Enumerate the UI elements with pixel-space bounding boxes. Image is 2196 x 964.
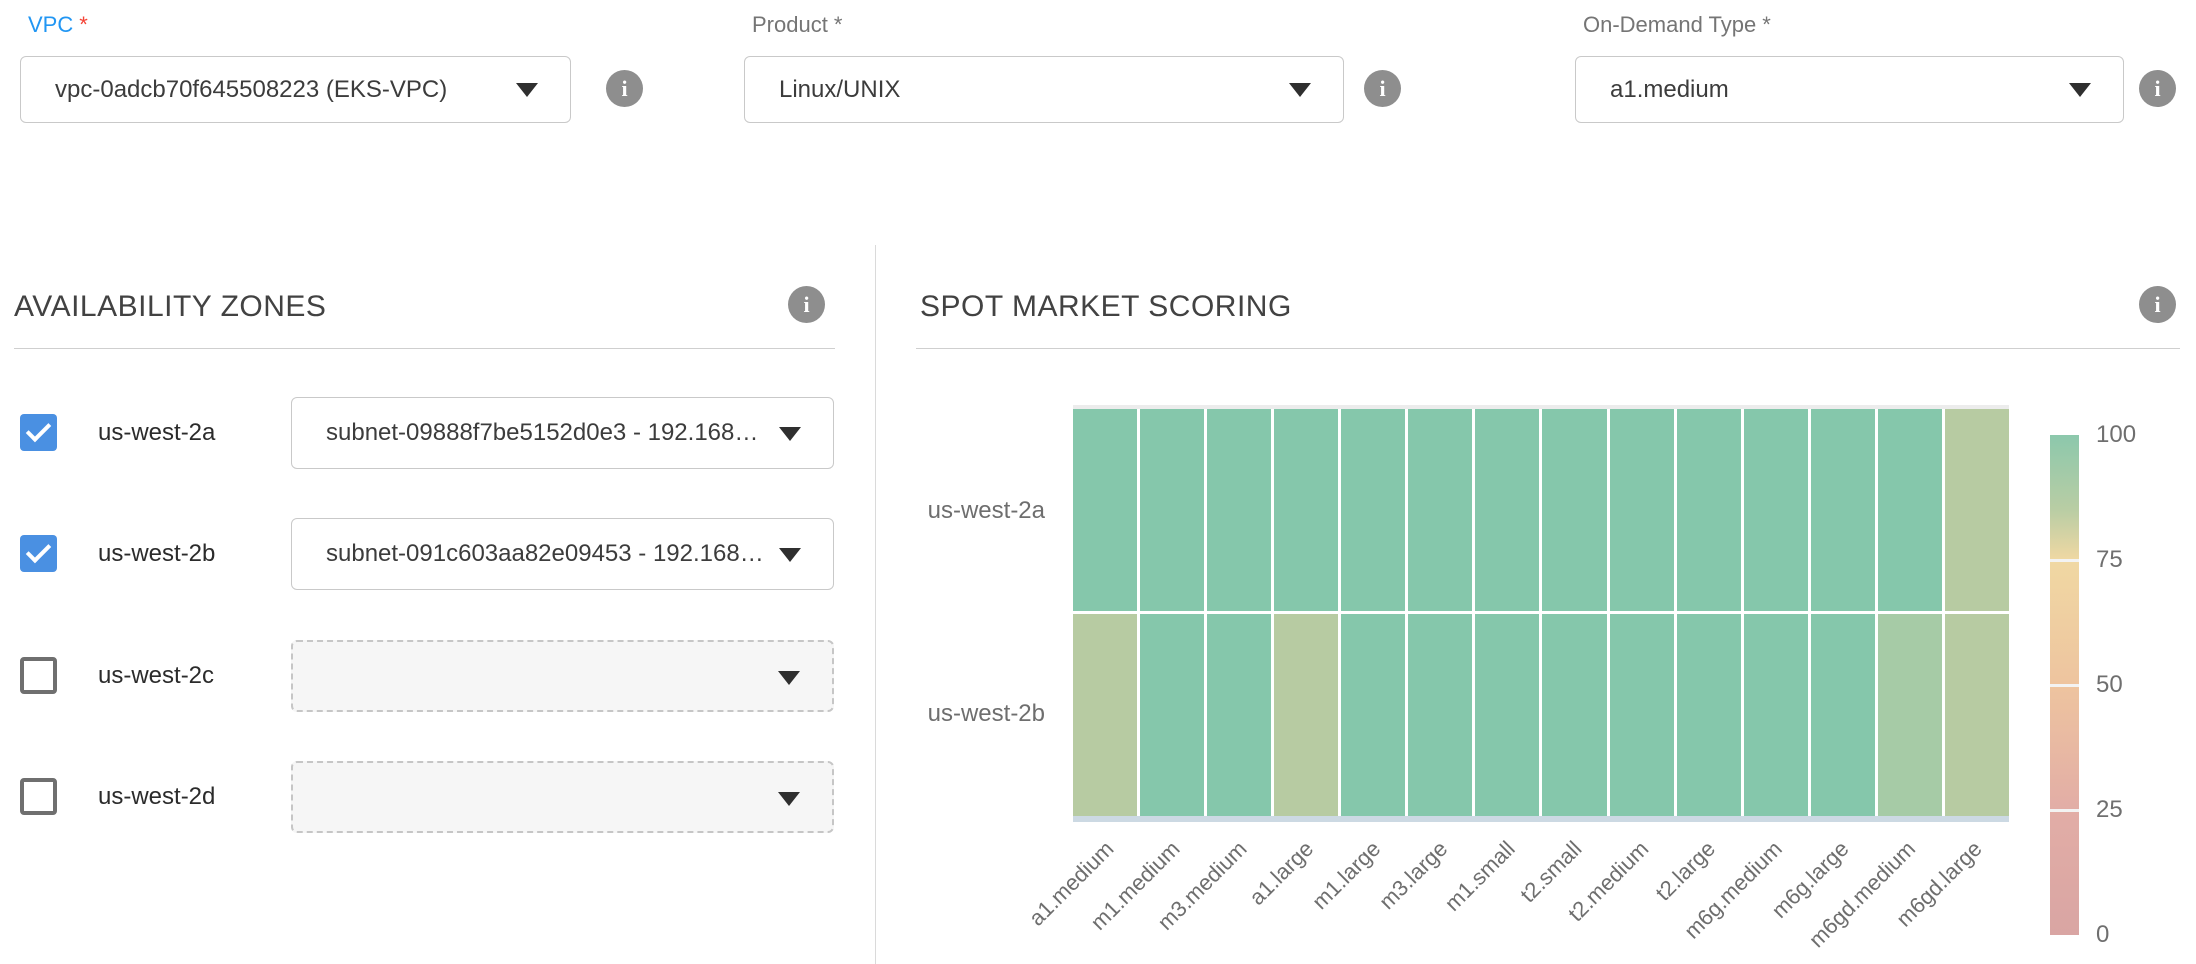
panel-divider: [875, 245, 876, 964]
heatmap-cell-us-west-2b-t2.small[interactable]: [1542, 614, 1606, 816]
vpc-info-icon[interactable]: i: [606, 70, 643, 107]
colorbar-tick-0: 0: [2096, 921, 2166, 949]
az-checkbox-us-west-2d[interactable]: [20, 778, 57, 815]
colorbar-separator: [2050, 684, 2079, 687]
az-checkbox-us-west-2c[interactable]: [20, 657, 57, 694]
az-row-us-west-2d: us-west-2d: [20, 761, 855, 833]
chevron-down-icon: [778, 671, 800, 685]
on-demand-type-select-value: a1.medium: [1610, 57, 2053, 122]
heatmap-cell-us-west-2a-m6gd.medium[interactable]: [1878, 409, 1942, 611]
az-label: us-west-2a: [98, 397, 215, 469]
on-demand-type-label: On-Demand Type*: [1575, 10, 2124, 40]
vpc-select-value: vpc-0adcb70f645508223 (EKS-VPC): [55, 57, 500, 122]
heatmap-cell-us-west-2a-t2.large[interactable]: [1677, 409, 1741, 611]
heatmap-cell-us-west-2a-m6gd.large[interactable]: [1945, 409, 2009, 611]
on-demand-type-select[interactable]: a1.medium: [1575, 56, 2124, 123]
chevron-down-icon: [2069, 83, 2091, 97]
vpc-label: VPC*: [20, 10, 571, 40]
heatmap-row-label-us-west-2a: us-west-2a: [898, 497, 1045, 527]
heatmap-cell-us-west-2b-t2.medium[interactable]: [1610, 614, 1674, 816]
spot-market-scoring-rule: [916, 348, 2180, 349]
heatmap-cell-us-west-2a-a1.large[interactable]: [1274, 409, 1338, 611]
heatmap-x-label-m1.small: m1.small: [1439, 836, 1520, 917]
heatmap-x-label-m1.large: m1.large: [1307, 836, 1386, 915]
on-demand-type-info-icon[interactable]: i: [2139, 70, 2176, 107]
heatmap-cell-us-west-2a-t2.medium[interactable]: [1610, 409, 1674, 611]
heatmap-cell-us-west-2a-m3.medium[interactable]: [1207, 409, 1271, 611]
vpc-field-group: VPC* vpc-0adcb70f645508223 (EKS-VPC): [20, 10, 571, 123]
on-demand-type-field-group: On-Demand Type* a1.medium: [1575, 10, 2124, 123]
az-checkbox-us-west-2b[interactable]: [20, 535, 57, 572]
chevron-down-icon: [778, 792, 800, 806]
heatmap-cell-us-west-2b-m1.small[interactable]: [1475, 614, 1539, 816]
product-info-icon[interactable]: i: [1364, 70, 1401, 107]
heatmap-cell-us-west-2b-m6gd.large[interactable]: [1945, 614, 2009, 816]
colorbar-separator: [2050, 559, 2079, 562]
product-select-value: Linux/UNIX: [779, 57, 1273, 122]
heatmap-cell-us-west-2a-m3.large[interactable]: [1408, 409, 1472, 611]
heatmap-cell-us-west-2b-m3.large[interactable]: [1408, 614, 1472, 816]
chevron-down-icon: [779, 548, 801, 562]
heatmap-x-label-a1.large: a1.large: [1245, 836, 1320, 911]
heatmap-cell-us-west-2a-a1.medium[interactable]: [1073, 409, 1137, 611]
az-row-us-west-2c: us-west-2c: [20, 640, 855, 712]
heatmap-x-label-m3.large: m3.large: [1374, 836, 1453, 915]
az-row-us-west-2a: us-west-2a subnet-09888f7be5152d0e3 - 19…: [20, 397, 855, 469]
subnet-select-us-west-2d[interactable]: [291, 761, 834, 833]
az-label: us-west-2d: [98, 761, 215, 833]
heatmap-cell-us-west-2b-a1.large[interactable]: [1274, 614, 1338, 816]
heatmap-cell-us-west-2b-a1.medium[interactable]: [1073, 614, 1137, 816]
subnet-select-us-west-2c[interactable]: [291, 640, 834, 712]
availability-zones-info-icon[interactable]: i: [788, 286, 825, 323]
subnet-select-us-west-2a[interactable]: subnet-09888f7be5152d0e3 - 192.168…: [291, 397, 834, 469]
subnet-select-us-west-2b[interactable]: subnet-091c603aa82e09453 - 192.168…: [291, 518, 834, 590]
colorbar-tick-50: 50: [2096, 671, 2166, 699]
colorbar: [2050, 435, 2079, 935]
availability-zones-rule: [14, 348, 835, 349]
subnet-select-value: subnet-091c603aa82e09453 - 192.168…: [326, 519, 761, 589]
heatmap-row-label-us-west-2b: us-west-2b: [898, 700, 1045, 730]
heatmap-cell-us-west-2b-m1.large[interactable]: [1341, 614, 1405, 816]
vpc-select[interactable]: vpc-0adcb70f645508223 (EKS-VPC): [20, 56, 571, 123]
colorbar-separator: [2050, 809, 2079, 812]
heatmap-plot: [1073, 405, 2009, 822]
availability-zones-title: AVAILABILITY ZONES: [14, 290, 326, 324]
heatmap-cell-us-west-2b-m6g.large[interactable]: [1811, 614, 1875, 816]
heatmap-cell-us-west-2b-t2.large[interactable]: [1677, 614, 1741, 816]
heatmap-cell-us-west-2b-m3.medium[interactable]: [1207, 614, 1271, 816]
heatmap-cell-us-west-2a-t2.small[interactable]: [1542, 409, 1606, 611]
az-label: us-west-2b: [98, 518, 215, 590]
az-label: us-west-2c: [98, 640, 214, 712]
subnet-select-value: subnet-09888f7be5152d0e3 - 192.168…: [326, 398, 761, 468]
required-asterisk: *: [79, 12, 88, 37]
product-field-group: Product* Linux/UNIX: [744, 10, 1344, 123]
spot-market-scoring-info-icon[interactable]: i: [2139, 286, 2176, 323]
heatmap-cell-us-west-2b-m1.medium[interactable]: [1140, 614, 1204, 816]
colorbar-tick-25: 25: [2096, 796, 2166, 824]
heatmap-cell-us-west-2b-m6gd.medium[interactable]: [1878, 614, 1942, 816]
heatmap-grid: [1073, 409, 2009, 816]
heatmap-cell-us-west-2a-m1.medium[interactable]: [1140, 409, 1204, 611]
az-row-us-west-2b: us-west-2b subnet-091c603aa82e09453 - 19…: [20, 518, 855, 590]
heatmap-cell-us-west-2a-m1.large[interactable]: [1341, 409, 1405, 611]
az-checkbox-us-west-2a[interactable]: [20, 414, 57, 451]
heatmap-cell-us-west-2a-m6g.large[interactable]: [1811, 409, 1875, 611]
required-asterisk: *: [834, 12, 843, 37]
heatmap-cell-us-west-2b-m6g.medium[interactable]: [1744, 614, 1808, 816]
heatmap-cell-us-west-2a-m1.small[interactable]: [1475, 409, 1539, 611]
chevron-down-icon: [1289, 83, 1311, 97]
heatmap-cell-us-west-2a-m6g.medium[interactable]: [1744, 409, 1808, 611]
colorbar-tick-100: 100: [2096, 421, 2166, 449]
chevron-down-icon: [779, 427, 801, 441]
product-select[interactable]: Linux/UNIX: [744, 56, 1344, 123]
colorbar-tick-75: 75: [2096, 546, 2166, 574]
required-asterisk: *: [1762, 12, 1771, 37]
spot-market-scoring-title: SPOT MARKET SCORING: [920, 290, 1292, 324]
chevron-down-icon: [516, 83, 538, 97]
product-label: Product*: [744, 10, 1344, 40]
